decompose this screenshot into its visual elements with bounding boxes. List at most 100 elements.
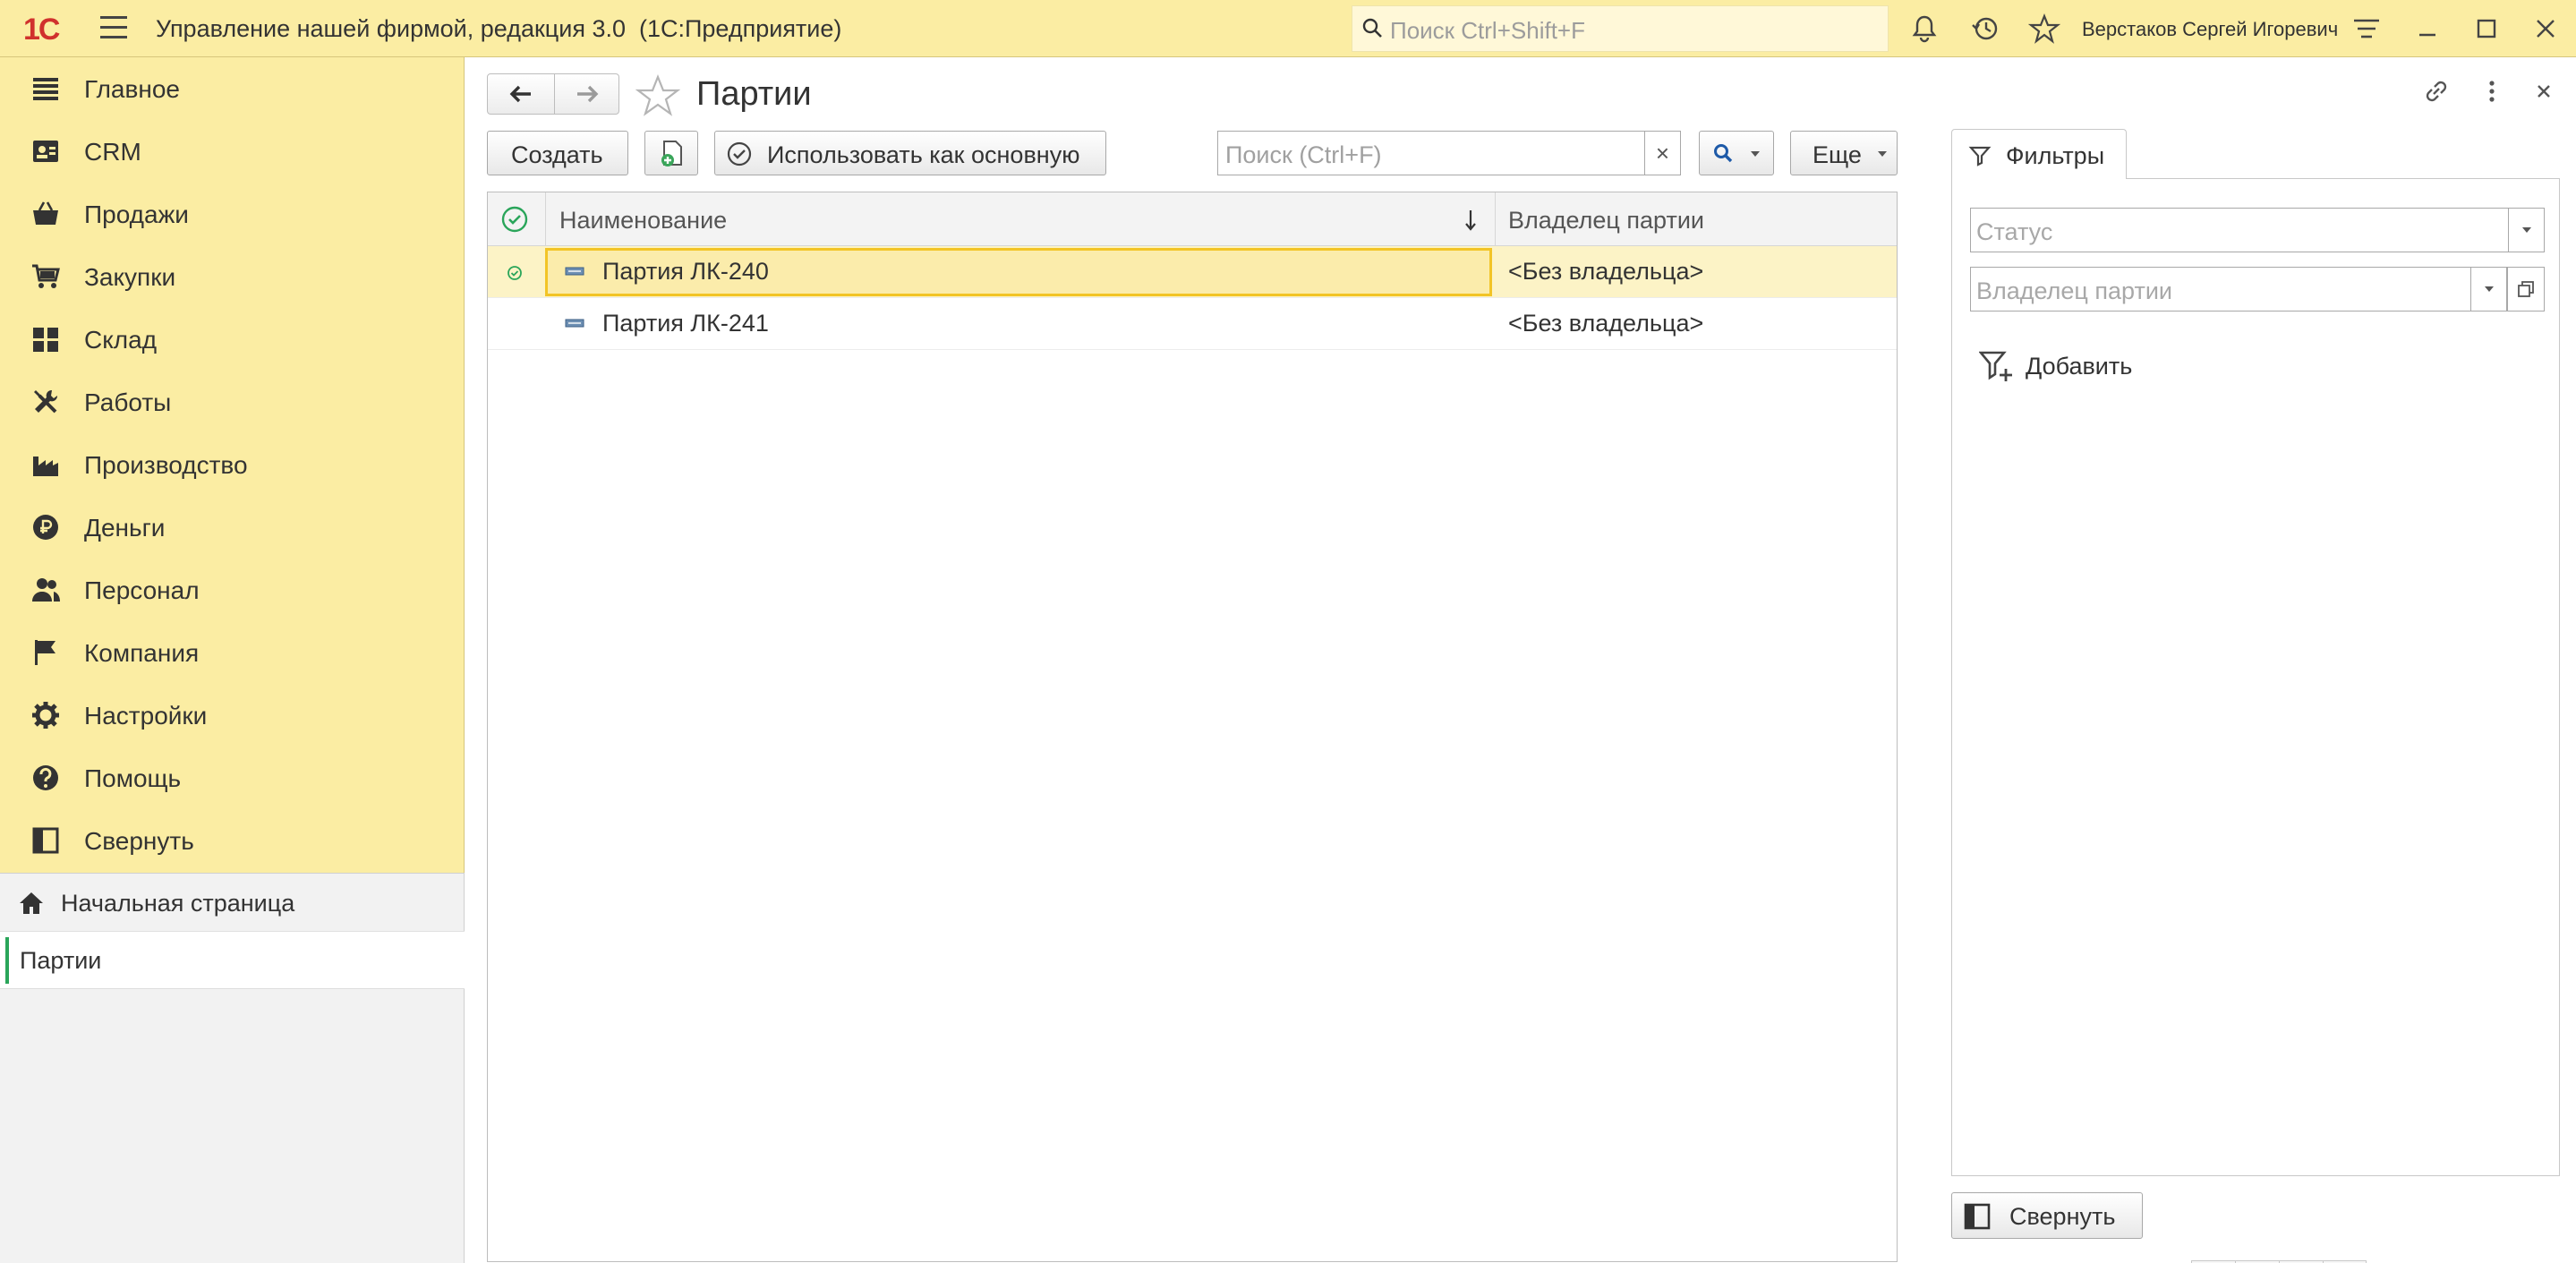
sidebar-item-staff[interactable]: Персонал <box>0 559 465 621</box>
sidebar-item-warehouse[interactable]: Склад <box>0 308 465 371</box>
window-title: Управление нашей фирмой, редакция 3.0 (1… <box>156 15 842 42</box>
row-owner: <Без владельца> <box>1508 310 1704 337</box>
clear-search-button[interactable]: × <box>1644 132 1680 175</box>
open-form-icon <box>2518 281 2534 297</box>
contacts-icon <box>33 141 58 162</box>
app-logo[interactable]: 1С <box>23 13 60 47</box>
list-search-input[interactable]: Поиск (Ctrl+F) × <box>1217 131 1681 175</box>
list-search-placeholder: Поиск (Ctrl+F) <box>1225 141 1382 168</box>
favorites-star-icon[interactable] <box>2028 13 2060 45</box>
search-options-button[interactable] <box>1699 131 1774 175</box>
open-window-label: Партии <box>20 947 102 974</box>
chevron-down-icon <box>1751 151 1760 157</box>
sidebar-item-main[interactable]: Главное <box>0 57 465 120</box>
main-menu-icon[interactable] <box>100 16 127 41</box>
home-icon <box>20 892 43 914</box>
sidebar-item-label: Закупки <box>84 263 176 291</box>
sidebar-item-settings[interactable]: Настройки <box>0 684 465 747</box>
search-icon <box>1362 18 1382 38</box>
history-icon[interactable] <box>1969 13 2001 45</box>
maximize-icon[interactable] <box>2470 13 2503 45</box>
copy-button[interactable] <box>644 131 698 175</box>
settings-menu-icon[interactable] <box>2350 13 2383 45</box>
navigation-buttons <box>487 73 619 115</box>
link-icon[interactable] <box>2420 75 2452 107</box>
sort-desc-icon[interactable] <box>1463 209 1478 232</box>
add-filter-label: Добавить <box>2026 353 2133 380</box>
collapse-filters-button[interactable]: Свернуть <box>1951 1192 2143 1239</box>
sidebar-item-label: Компания <box>84 639 200 667</box>
create-button[interactable]: Создать <box>487 131 628 175</box>
filters-tab[interactable]: Фильтры <box>1951 129 2127 179</box>
more-button[interactable]: Еще <box>1790 131 1898 175</box>
cart-icon <box>32 264 60 288</box>
sidebar-item-collapse[interactable]: Свернуть <box>0 809 465 872</box>
sidebar-item-works[interactable]: Работы <box>0 371 465 433</box>
use-as-default-button[interactable]: Использовать как основную <box>714 131 1106 175</box>
gear-icon <box>32 702 59 729</box>
global-search-input[interactable]: Поиск Ctrl+Shift+F <box>1352 5 1889 52</box>
table-row[interactable]: Партия ЛК-240 <Без владельца> <box>488 246 1897 298</box>
sidebar-item-company[interactable]: Компания <box>0 621 465 684</box>
sidebar-item-label: Деньги <box>84 514 166 542</box>
sidebar-item-label: Свернуть <box>84 827 194 855</box>
filter-icon <box>1968 146 1992 166</box>
chevron-down-icon <box>2522 227 2531 233</box>
default-mark-icon <box>508 266 522 280</box>
user-name[interactable]: Верстаков Сергей Игоревич <box>2082 18 2338 41</box>
global-search-placeholder: Поиск Ctrl+Shift+F <box>1390 17 1585 44</box>
owner-filter-placeholder: Владелец партии <box>1976 277 2172 304</box>
status-dropdown-button[interactable] <box>2508 209 2544 252</box>
table-row[interactable]: Партия ЛК-241 <Без владельца> <box>488 298 1897 350</box>
sidebar-item-label: Настройки <box>84 702 208 730</box>
table-header: Наименование Владелец партии <box>488 192 1897 246</box>
open-windows-panel: Начальная страница Партии <box>0 873 465 1263</box>
sidebar-item-label: Производство <box>84 451 248 479</box>
default-column-icon[interactable] <box>500 205 529 234</box>
filters-panel: Фильтры Статус Владелец партии Добавить <box>1951 129 2560 1176</box>
help-icon <box>33 765 58 790</box>
factory-icon <box>33 457 58 476</box>
chevron-down-icon <box>2485 286 2494 292</box>
status-filter-field[interactable]: Статус <box>1970 208 2545 252</box>
sidebar-item-crm[interactable]: CRM <box>0 120 465 183</box>
sidebar-item-purchases[interactable]: Закупки <box>0 245 465 308</box>
bell-icon[interactable] <box>1908 13 1941 45</box>
sidebar-item-production[interactable]: Производство <box>0 433 465 496</box>
active-indicator <box>5 937 9 984</box>
chevron-down-icon <box>1878 151 1887 157</box>
sidebar-item-label: Работы <box>84 388 172 416</box>
sidebar-item-label: Склад <box>84 326 158 354</box>
basket-icon <box>33 201 58 225</box>
back-arrow-icon[interactable] <box>504 81 540 107</box>
close-window-icon[interactable] <box>2529 13 2562 45</box>
page-title: Партии <box>696 75 812 113</box>
catalog-item-icon <box>565 319 584 328</box>
close-page-icon[interactable] <box>2528 75 2560 107</box>
sidebar-item-label: Помощь <box>84 764 182 792</box>
sidebar-item-sales[interactable]: Продажи <box>0 183 465 245</box>
row-owner: <Без владельца> <box>1508 258 1704 285</box>
owner-filter-field[interactable]: Владелец партии <box>1970 267 2507 311</box>
column-header-name[interactable]: Наименование <box>559 207 727 235</box>
add-to-favorites-icon[interactable] <box>635 73 680 118</box>
home-page-label: Начальная страница <box>61 890 295 917</box>
row-name: Партия ЛК-241 <box>602 310 769 337</box>
minimize-icon[interactable] <box>2411 13 2444 45</box>
sidebar: Главное CRM Продажи Закупки Склад Работы… <box>0 57 465 873</box>
batches-table: Наименование Владелец партии Партия ЛК-2… <box>487 192 1898 1262</box>
open-window-tab[interactable]: Партии <box>0 932 465 989</box>
owner-open-button[interactable] <box>2507 267 2545 311</box>
sidebar-item-money[interactable]: Деньги <box>0 496 465 559</box>
search-icon <box>1714 144 1733 163</box>
sidebar-item-help[interactable]: Помощь <box>0 747 465 809</box>
owner-dropdown-button[interactable] <box>2470 268 2506 311</box>
column-header-owner[interactable]: Владелец партии <box>1508 207 1704 235</box>
home-page-link[interactable]: Начальная страница <box>0 873 465 932</box>
sidebar-item-label: Персонал <box>84 576 200 604</box>
more-vertical-icon[interactable] <box>2476 75 2508 107</box>
ruble-icon <box>33 515 58 540</box>
collapse-panel-icon <box>32 827 59 854</box>
title-bar: 1С Управление нашей фирмой, редакция 3.0… <box>0 0 2576 57</box>
forward-arrow-icon[interactable] <box>568 81 604 107</box>
